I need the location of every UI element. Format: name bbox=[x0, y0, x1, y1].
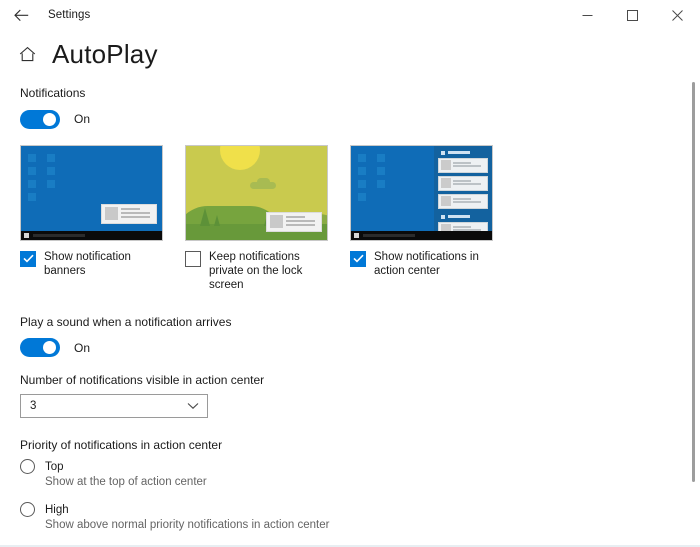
lockscreen-banner-card bbox=[266, 211, 322, 232]
title-bar: Settings bbox=[0, 0, 700, 30]
radio-label: High bbox=[45, 503, 69, 516]
number-visible-dropdown[interactable]: 3 bbox=[20, 394, 208, 419]
home-icon[interactable] bbox=[16, 43, 38, 65]
maximize-button[interactable] bbox=[610, 0, 655, 30]
checkbox-show-in-action-center[interactable]: Show notifications in action center bbox=[350, 250, 493, 293]
preview-row bbox=[20, 144, 700, 241]
priority-radio-group: Top Show at the top of action center Hig… bbox=[20, 459, 700, 547]
back-button[interactable] bbox=[0, 0, 42, 30]
minimize-button[interactable] bbox=[565, 0, 610, 30]
notifications-toggle-state: On bbox=[74, 112, 91, 127]
checkbox-row: Show notification banners Keep notificat… bbox=[20, 250, 700, 293]
radio-label: Top bbox=[45, 460, 64, 473]
checkbox-keep-private[interactable]: Keep notifications private on the lock s… bbox=[185, 250, 328, 293]
vertical-scrollbar[interactable] bbox=[688, 72, 698, 547]
sound-toggle[interactable] bbox=[20, 338, 60, 358]
lock-screen-preview bbox=[185, 144, 328, 241]
priority-label: Priority of notifications in action cent… bbox=[20, 438, 223, 453]
checkbox-label: Show notifications in action center bbox=[374, 250, 479, 277]
chevron-down-icon bbox=[187, 402, 199, 410]
sound-toggle-row[interactable]: On bbox=[20, 338, 700, 358]
radio-option-top[interactable]: Top bbox=[20, 459, 700, 475]
radio-description: Show at the top of action center bbox=[45, 476, 207, 489]
toggle-knob bbox=[43, 112, 56, 126]
page-header: AutoPlay bbox=[0, 30, 700, 72]
taskbar bbox=[351, 230, 492, 240]
dropdown-value: 3 bbox=[30, 400, 37, 413]
actioncenter-illustration bbox=[351, 145, 492, 240]
notifications-toggle[interactable] bbox=[20, 109, 60, 129]
scrollbar-thumb[interactable] bbox=[692, 82, 695, 482]
toggle-knob bbox=[43, 341, 56, 355]
lockscreen-illustration bbox=[186, 145, 327, 240]
preview-column-actioncenter bbox=[350, 144, 493, 241]
checkbox-input[interactable] bbox=[20, 250, 36, 267]
checkbox-input[interactable] bbox=[350, 250, 366, 267]
back-arrow-icon bbox=[13, 9, 29, 22]
checkbox-show-banners[interactable]: Show notification banners bbox=[20, 250, 163, 293]
maximize-icon bbox=[627, 9, 638, 21]
action-center-panel bbox=[434, 145, 492, 237]
tree-shape bbox=[200, 207, 210, 226]
action-center-group bbox=[438, 150, 488, 209]
window-title: Settings bbox=[48, 9, 91, 21]
page-title: AutoPlay bbox=[52, 39, 158, 69]
preview-column-banners bbox=[20, 144, 163, 241]
notifications-toggle-row[interactable]: On bbox=[20, 109, 700, 129]
preview-column-lockscreen bbox=[185, 144, 328, 241]
desktop-illustration bbox=[21, 145, 162, 240]
minimize-icon bbox=[582, 10, 593, 21]
checkbox-label: Show notification banners bbox=[44, 250, 131, 277]
sound-toggle-state: On bbox=[74, 340, 91, 355]
notifications-section-label: Notifications bbox=[20, 86, 86, 100]
sun-shape bbox=[220, 145, 260, 170]
window-controls bbox=[565, 0, 700, 30]
taskbar bbox=[21, 230, 162, 240]
close-icon bbox=[672, 9, 683, 21]
sound-section-label: Play a sound when a notification arrives bbox=[20, 314, 232, 329]
settings-content: Notifications On Show notification banne… bbox=[0, 72, 700, 547]
checkbox-label: Keep notifications private on the lock s… bbox=[209, 250, 303, 292]
number-visible-label: Number of notifications visible in actio… bbox=[20, 373, 265, 388]
checkbox-input[interactable] bbox=[185, 250, 201, 267]
radio-option-high[interactable]: High bbox=[20, 502, 700, 518]
cloud-shape bbox=[250, 177, 276, 189]
notification-banner-preview bbox=[20, 144, 163, 241]
tree-shape bbox=[214, 214, 220, 226]
radio-input[interactable] bbox=[20, 459, 35, 475]
radio-input[interactable] bbox=[20, 502, 35, 518]
action-center-preview bbox=[350, 144, 493, 241]
desktop-icons bbox=[358, 153, 392, 206]
desktop-icons bbox=[28, 153, 62, 206]
settings-window: Settings AutoPlay Notifications On Show … bbox=[0, 0, 700, 547]
close-button[interactable] bbox=[655, 0, 700, 30]
radio-description: Show above normal priority notifications… bbox=[45, 519, 330, 532]
banner-card bbox=[101, 203, 157, 224]
